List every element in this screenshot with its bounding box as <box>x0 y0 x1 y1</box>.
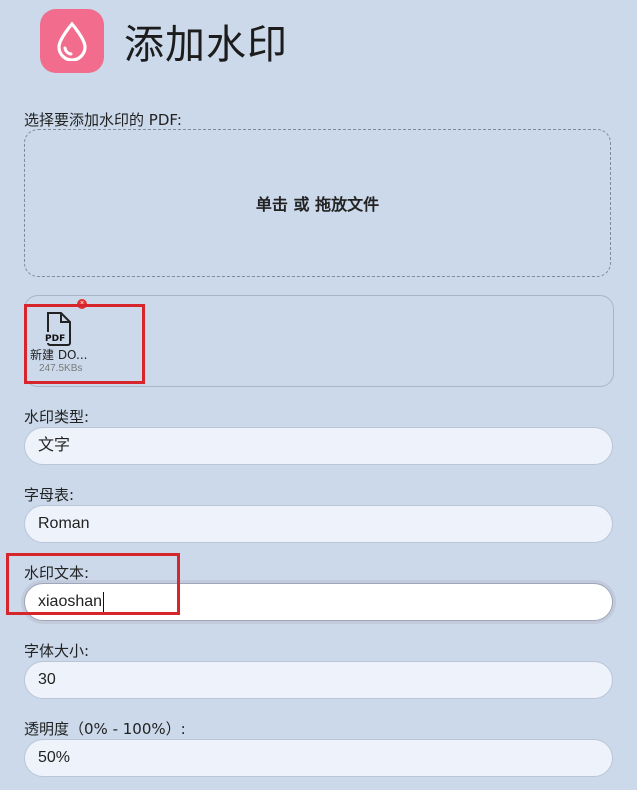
file-dropzone[interactable]: 单击 或 拖放文件 <box>24 129 611 277</box>
font-size-label: 字体大小: <box>24 642 90 660</box>
opacity-input[interactable]: 50% <box>24 739 613 777</box>
dropzone-text: 单击 或 拖放文件 <box>255 195 380 214</box>
water-drop-icon <box>40 9 104 73</box>
page-title: 添加水印 <box>124 22 288 68</box>
page-header: 添加水印 <box>40 9 288 73</box>
highlight-box-text <box>6 553 180 615</box>
opacity-label: 透明度（0% - 100%）: <box>24 720 186 738</box>
pdf-select-label: 选择要添加水印的 PDF: <box>24 111 182 129</box>
watermark-type-select[interactable]: 文字 <box>24 427 613 465</box>
font-size-input[interactable]: 30 <box>24 661 613 699</box>
alphabet-label: 字母表: <box>24 486 75 504</box>
alphabet-select[interactable]: Roman <box>24 505 613 543</box>
highlight-box-file <box>24 304 145 384</box>
watermark-type-label: 水印类型: <box>24 408 90 426</box>
